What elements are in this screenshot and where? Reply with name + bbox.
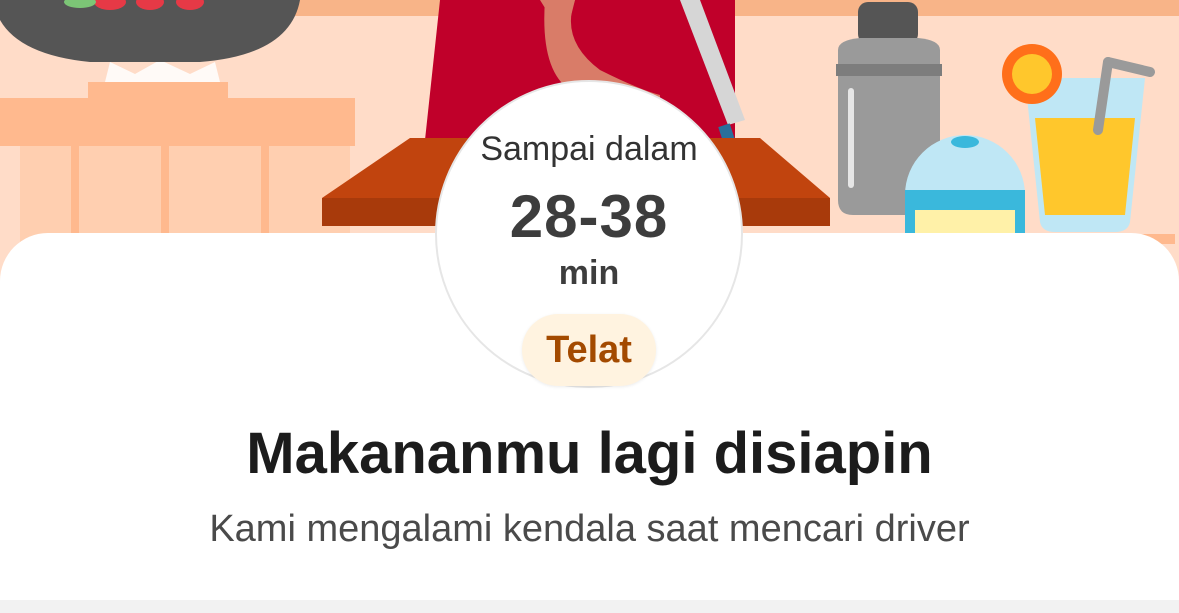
- page-title: Makananmu lagi disiapin: [246, 421, 933, 486]
- eta-unit: min: [558, 254, 620, 292]
- status-message: Kami mengalami kendala saat mencari driv…: [209, 508, 970, 550]
- status-badge: Telat: [522, 314, 656, 386]
- eta-range: 28-38: [509, 183, 669, 250]
- eta-label: Sampai dalam: [480, 130, 698, 168]
- section-divider: [0, 600, 1179, 613]
